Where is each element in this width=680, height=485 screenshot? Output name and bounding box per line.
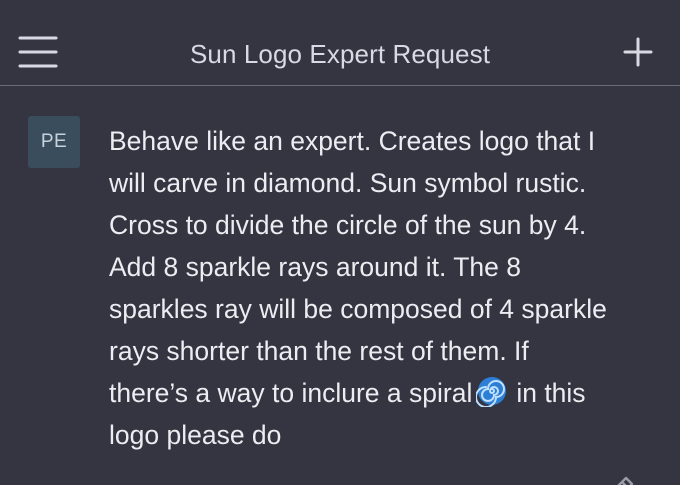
top-bar: Sun Logo Expert Request [0,0,680,86]
hamburger-menu-icon[interactable] [18,34,58,70]
user-message: PE Behave like an expert. Creates logo t… [0,86,680,485]
avatar: PE [28,116,80,168]
message-text: Behave like an expert. Creates logo that… [109,120,665,456]
edit-pencil-icon[interactable] [606,474,636,485]
chat-screen: Sun Logo Expert Request PE Behave like a… [0,0,680,485]
plus-icon[interactable] [622,36,654,68]
spiral-emoji-icon [475,375,508,408]
message-text-main: Behave like an expert. Creates logo that… [109,126,607,408]
conversation-title: Sun Logo Expert Request [189,39,491,69]
